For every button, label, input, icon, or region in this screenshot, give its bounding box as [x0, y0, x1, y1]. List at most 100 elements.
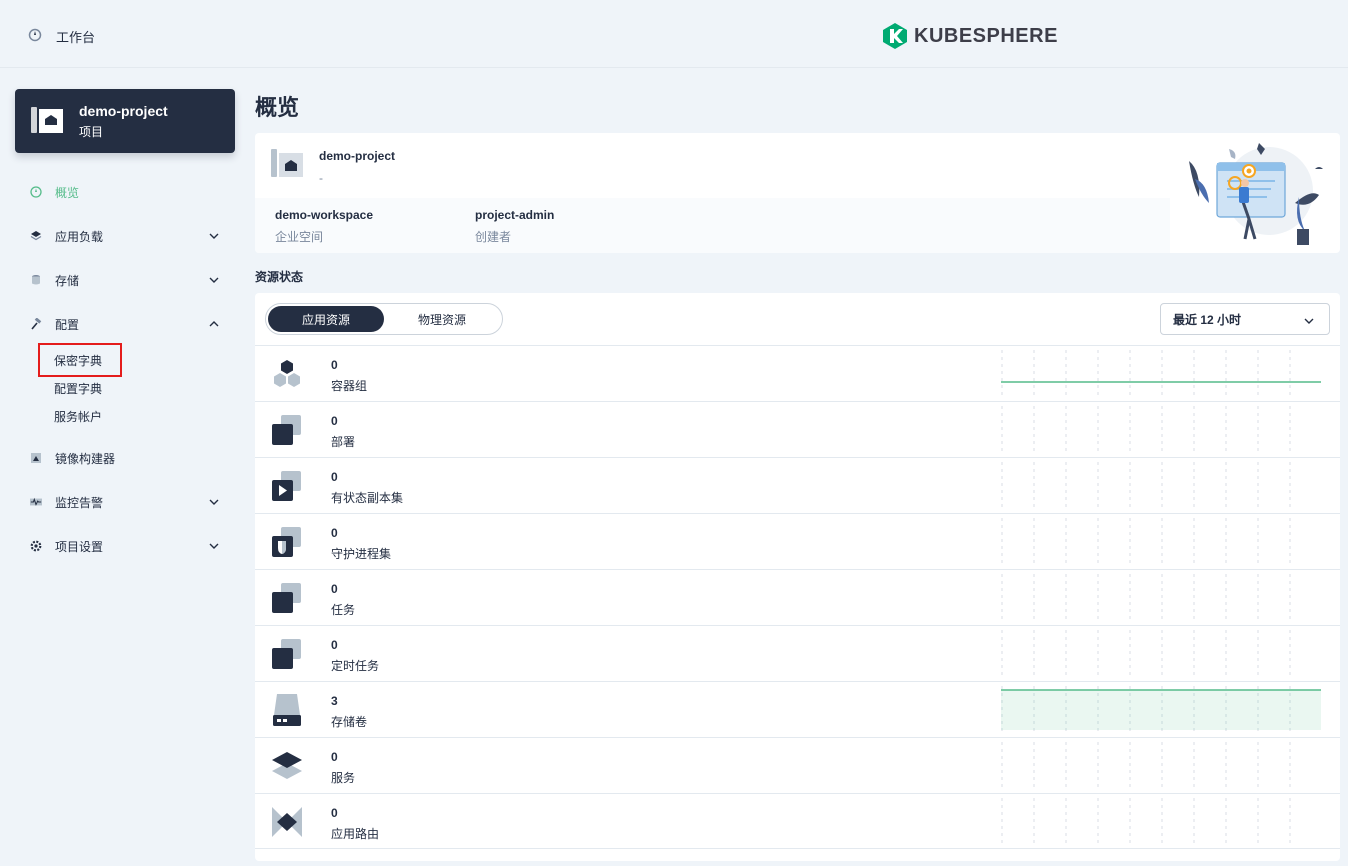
resource-name: 有状态副本集	[331, 491, 404, 505]
resource-row-daemonsets[interactable]: 0 守护进程集	[255, 513, 1340, 569]
resource-row-statefulsets[interactable]: 0 有状态副本集	[255, 457, 1340, 513]
project-selector[interactable]: demo-project 项目	[15, 89, 235, 153]
sidebar-subitem-secrets[interactable]: 保密字典	[0, 343, 240, 377]
resource-count: 0	[331, 582, 338, 596]
resource-row-jobs[interactable]: 0 任务	[255, 569, 1340, 625]
sidebar-item-label: 应用负载	[55, 229, 104, 244]
resource-name: 部署	[331, 435, 356, 449]
dashboard-icon	[28, 28, 42, 45]
sidebar-item-label: 项目设置	[55, 539, 104, 554]
resource-sparkline	[1001, 742, 1291, 788]
resource-row-deployments[interactable]: 0 部署	[255, 401, 1340, 457]
resource-sparkline	[1001, 686, 1321, 732]
project-info-card: demo-project - demo-workspace 企业空间 proje…	[255, 133, 1340, 253]
resource-count: 3	[331, 694, 338, 708]
project-icon	[31, 105, 63, 138]
chevron-down-icon	[208, 230, 220, 245]
tab-app-resources[interactable]: 应用资源	[268, 306, 384, 332]
volume-icon	[273, 694, 301, 726]
resource-count: 0	[331, 358, 338, 372]
resource-name: 守护进程集	[331, 547, 392, 561]
pods-icon	[274, 360, 300, 387]
time-range-value: 最近 12 小时	[1173, 312, 1242, 327]
ingress-icon	[272, 807, 302, 837]
sidebar-item-configuration[interactable]: 配置	[0, 302, 240, 346]
sidebar-subitem-configmaps[interactable]: 配置字典	[0, 374, 240, 402]
sidebar-item-label: 存储	[55, 273, 80, 288]
sidebar-item-label: 配置	[55, 317, 80, 332]
daemonset-icon	[272, 527, 301, 557]
sidebar-nav: 概览 应用负载 存储 配置 保密字典 配置字典 服务帐户 镜像构建器 监控告警 …	[0, 170, 240, 568]
storage-icon	[30, 274, 42, 286]
dashboard-icon	[30, 186, 42, 198]
sidebar-item-label: 镜像构建器	[55, 451, 116, 466]
cronjob-icon	[272, 639, 301, 669]
monitor-icon	[30, 496, 42, 508]
kubesphere-logo[interactable]: KUBESPHERE	[882, 22, 1058, 50]
sidebar-item-image-builder[interactable]: 镜像构建器	[0, 436, 240, 480]
resource-name: 服务	[331, 771, 356, 785]
creator-name: project-admin	[475, 208, 555, 222]
resource-row-services[interactable]: 0 服务	[255, 737, 1340, 793]
resource-count: 0	[331, 806, 338, 820]
gear-icon	[30, 540, 42, 552]
image-builder-icon	[30, 452, 42, 464]
resource-row-cronjobs[interactable]: 0 定时任务	[255, 625, 1340, 681]
resource-name: 容器组	[331, 379, 368, 393]
resource-name: 定时任务	[331, 659, 380, 673]
tab-physical-resources[interactable]: 物理资源	[384, 306, 500, 332]
resource-sparkline	[1001, 630, 1291, 676]
job-icon	[272, 583, 301, 613]
chevron-up-icon	[208, 318, 220, 333]
resource-name: 存储卷	[331, 715, 368, 729]
sidebar-item-storage[interactable]: 存储	[0, 258, 240, 302]
project-info-description: -	[319, 171, 323, 185]
resource-sparkline	[1001, 574, 1291, 620]
resource-row-pods[interactable]: 0 容器组	[255, 345, 1340, 401]
resource-sparkline	[1001, 518, 1291, 564]
sparkline-area	[1001, 690, 1321, 730]
resource-row-ingresses[interactable]: 0 应用路由	[255, 793, 1340, 849]
resource-sparkline	[1001, 350, 1321, 396]
top-bar: 工作台 KUBESPHERE	[0, 0, 1348, 68]
resource-count: 0	[331, 526, 338, 540]
workspace-meta: demo-workspace 企业空间	[275, 208, 373, 245]
resource-status-title: 资源状态	[255, 270, 304, 284]
statefulset-icon	[272, 471, 301, 501]
appcenter-icon	[30, 230, 42, 242]
project-info-header: demo-project -	[271, 147, 395, 185]
resource-name: 应用路由	[331, 827, 380, 841]
resource-count: 0	[331, 750, 338, 764]
page-title: 概览	[255, 95, 300, 120]
resource-count: 0	[331, 470, 338, 484]
project-name: demo-project	[79, 102, 168, 119]
sidebar-item-label: 概览	[55, 185, 80, 200]
project-type: 项目	[79, 124, 104, 139]
kubesphere-logo-icon	[883, 23, 907, 49]
deployment-icon	[272, 415, 301, 445]
sidebar-item-project-settings[interactable]: 项目设置	[0, 524, 240, 568]
time-range-select[interactable]: 最近 12 小时	[1160, 303, 1330, 335]
creator-label: 创建者	[475, 230, 512, 244]
resource-count: 0	[331, 414, 338, 428]
resource-list: 0 容器组 0 部署 0 有状态副本集 0 守护进程集 0 任务 0 定时任务 …	[255, 345, 1340, 849]
sidebar-subitem-service-accounts[interactable]: 服务帐户	[0, 402, 240, 430]
sidebar-item-label: 监控告警	[55, 495, 104, 510]
chevron-down-icon	[208, 540, 220, 555]
workspace-label: 企业空间	[275, 230, 324, 244]
resource-sparkline	[1001, 798, 1291, 844]
sidebar-item-monitoring-alerting[interactable]: 监控告警	[0, 480, 240, 524]
creator-meta: project-admin 创建者	[475, 208, 554, 245]
logo-text: KUBESPHERE	[914, 24, 1058, 47]
workbench-link[interactable]: 工作台	[28, 27, 95, 46]
sidebar-item-overview[interactable]: 概览	[0, 170, 240, 214]
resource-row-volumes[interactable]: 3 存储卷	[255, 681, 1340, 737]
resource-sparkline	[1001, 462, 1291, 508]
resource-tabs: 应用资源 物理资源	[265, 303, 503, 335]
project-info-name: demo-project	[319, 149, 396, 163]
resource-count: 0	[331, 638, 338, 652]
chevron-down-icon	[208, 496, 220, 511]
sidebar-item-app-workloads[interactable]: 应用负载	[0, 214, 240, 258]
project-meta: demo-workspace 企业空间 project-admin 创建者	[255, 198, 1170, 253]
project-icon	[271, 147, 303, 185]
